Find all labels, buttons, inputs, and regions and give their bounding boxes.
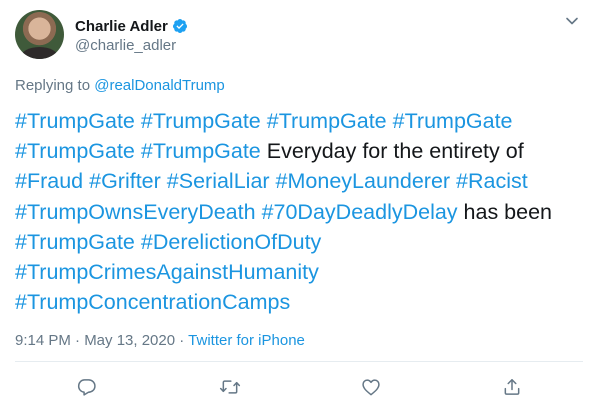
tweet-header: Charlie Adler @charlie_adler (15, 10, 583, 60)
share-icon (504, 379, 520, 395)
like-icon (362, 379, 380, 396)
hashtag-link[interactable]: #TrumpGate (393, 109, 513, 133)
replying-prefix: Replying to (15, 77, 95, 94)
hashtag-link[interactable]: #TrumpGate (15, 230, 135, 254)
replying-to: Replying to @realDonaldTrump (15, 77, 225, 94)
tweet-text: #TrumpGate #TrumpGate #TrumpGate #TrumpG… (15, 106, 585, 317)
tweet-text-segment: has been (457, 199, 553, 224)
hashtag-link[interactable]: #TrumpGate (267, 109, 387, 133)
hashtag-link[interactable]: #TrumpGate (141, 139, 261, 163)
author-handle[interactable]: @charlie_adler (75, 37, 188, 54)
hashtag-link[interactable]: #Grifter (89, 169, 161, 193)
name-row: Charlie Adler (75, 16, 188, 36)
more-options-button[interactable] (563, 12, 581, 30)
tweet-text-segment: Everyday for the entirety of (260, 139, 524, 164)
timestamp[interactable]: 9:14 PM · May 13, 2020 · (15, 332, 188, 349)
divider (15, 361, 583, 362)
tweet-card: Charlie Adler @charlie_adler Replying to… (0, 0, 598, 413)
author-display-name[interactable]: Charlie Adler (75, 18, 168, 35)
hashtag-link[interactable]: #MoneyLaunderer (276, 169, 451, 193)
reply-icon (77, 379, 96, 396)
retweet-icon (219, 380, 241, 394)
like-button[interactable] (359, 375, 383, 399)
reply-mention-link[interactable]: @realDonaldTrump (94, 77, 225, 94)
hashtag-link[interactable]: #TrumpGate (15, 109, 135, 133)
chevron-down-icon (566, 17, 578, 25)
hashtag-link[interactable]: #TrumpGate (141, 109, 261, 133)
action-bar (0, 375, 598, 401)
author-block: Charlie Adler @charlie_adler (75, 16, 188, 54)
hashtag-link[interactable]: #TrumpConcentrationCamps (15, 290, 290, 314)
tweet-meta: 9:14 PM · May 13, 2020 · Twitter for iPh… (15, 332, 305, 349)
verified-badge-icon (172, 18, 188, 34)
hashtag-link[interactable]: #SerialLiar (167, 169, 270, 193)
hashtag-link[interactable]: #DerelictionOfDuty (141, 230, 321, 254)
hashtag-link[interactable]: #Fraud (15, 169, 83, 193)
tweet-source-link[interactable]: Twitter for iPhone (188, 332, 305, 349)
hashtag-link[interactable]: #TrumpOwnsEveryDeath (15, 200, 256, 224)
avatar-shirt (21, 47, 58, 59)
hashtag-link[interactable]: #Racist (456, 169, 528, 193)
hashtag-link[interactable]: #TrumpCrimesAgainstHumanity (15, 260, 319, 284)
reply-button[interactable] (75, 375, 99, 399)
hashtag-link[interactable]: #TrumpGate (15, 139, 135, 163)
hashtag-link[interactable]: #70DayDeadlyDelay (262, 200, 458, 224)
avatar[interactable] (15, 10, 64, 59)
share-button[interactable] (500, 375, 524, 399)
retweet-button[interactable] (218, 375, 242, 399)
